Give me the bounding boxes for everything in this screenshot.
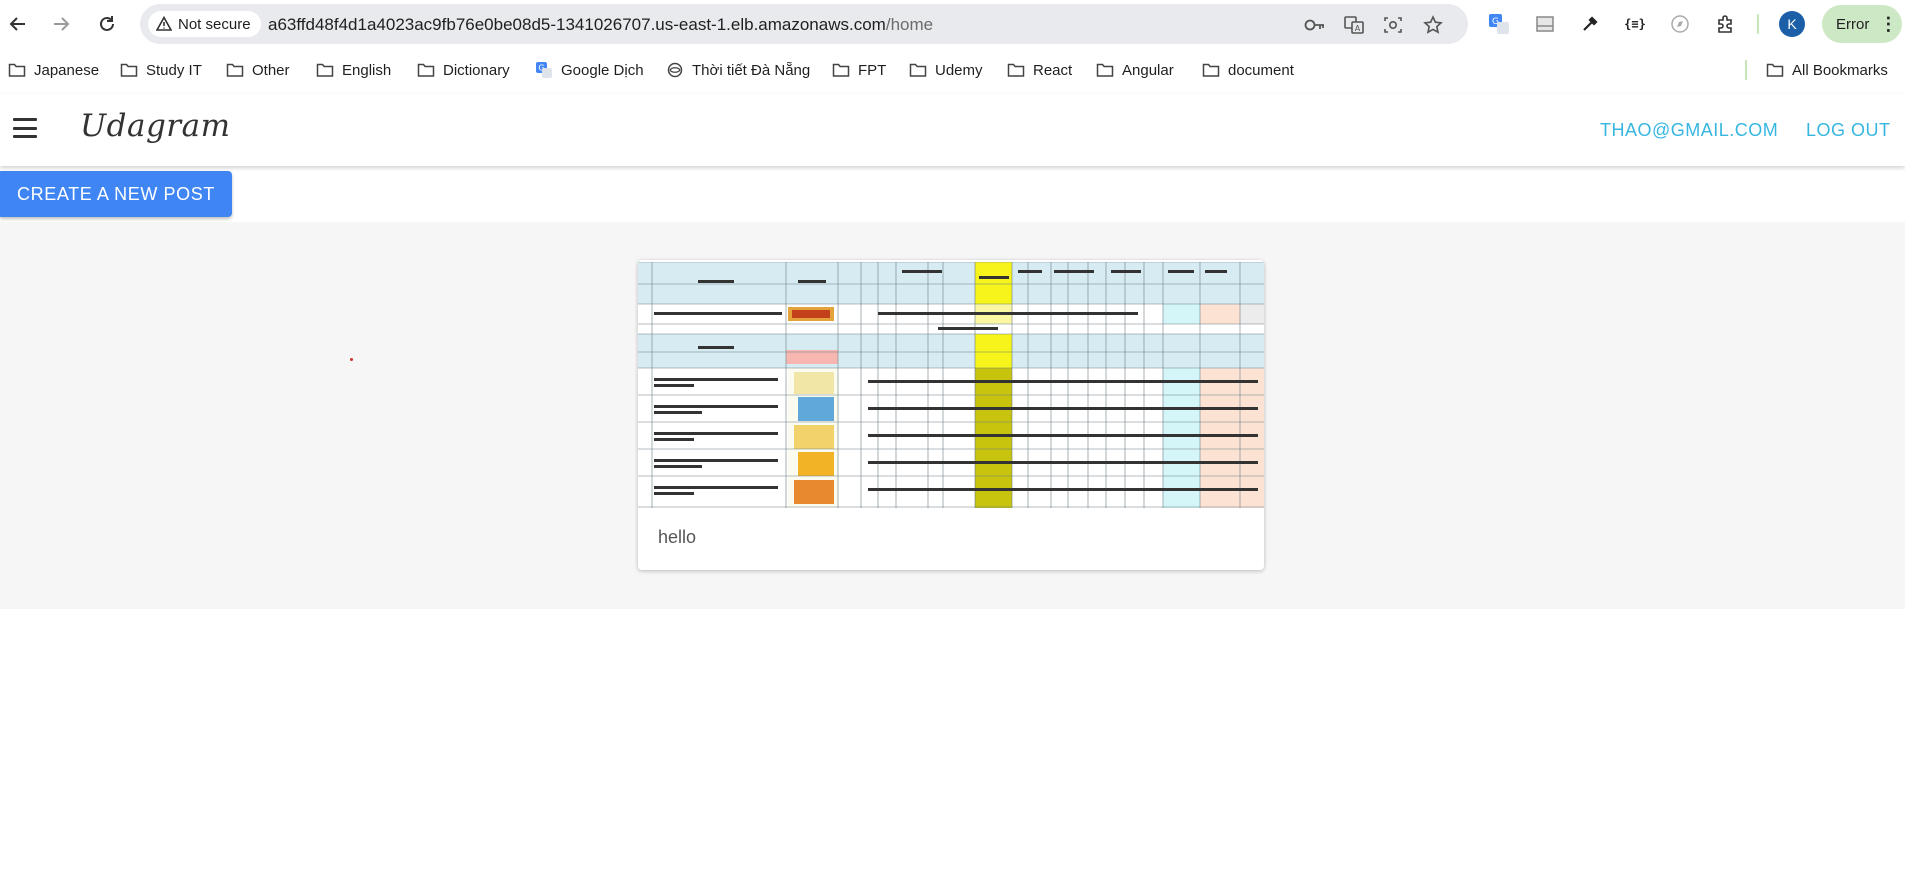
google-translate-icon: G <box>535 61 553 79</box>
translate-page-icon[interactable]: A <box>1343 14 1365 36</box>
json-extension-icon[interactable]: {≡} <box>1623 12 1647 36</box>
weather-icon <box>666 61 684 79</box>
eyedropper-extension-icon[interactable] <box>1578 12 1602 36</box>
bookmark-label: Dictionary <box>443 61 510 79</box>
bookmark-label: Angular <box>1122 61 1174 79</box>
post-image <box>638 260 1264 510</box>
folder-icon <box>8 62 26 78</box>
spreadsheet-image <box>638 262 1264 508</box>
address-bar[interactable]: Not secure a63ffd48f4d1a4023ac9fb76e0be0… <box>140 4 1468 44</box>
svg-text:A: A <box>1355 24 1361 33</box>
bookmark-label: Japanese <box>34 61 100 79</box>
folder-icon <box>226 62 244 78</box>
bookmark-label: React <box>1033 61 1073 79</box>
post-caption: hello <box>658 527 697 547</box>
reload-button[interactable] <box>93 10 121 38</box>
post-card: hello <box>638 260 1264 570</box>
bookmark-label: FPT <box>858 61 887 79</box>
bookmark-item[interactable]: G Google Dịch <box>535 58 644 82</box>
bookmark-item[interactable]: Angular <box>1096 58 1174 82</box>
create-post-button[interactable]: CREATE A NEW POST <box>0 171 232 217</box>
folder-icon <box>316 62 334 78</box>
bookmark-label: Google Dịch <box>561 61 644 79</box>
bookmark-item[interactable]: Udemy <box>909 58 983 82</box>
security-label: Not secure <box>178 15 251 33</box>
folder-icon <box>417 62 435 78</box>
bookmark-item[interactable]: FPT <box>832 58 886 82</box>
reload-icon <box>100 16 114 31</box>
bookmark-item[interactable]: Study IT <box>120 58 202 82</box>
stray-dot <box>350 358 353 361</box>
password-key-icon[interactable] <box>1304 14 1326 36</box>
back-button[interactable] <box>4 10 32 38</box>
brand-logo[interactable]: Udagram <box>80 108 231 144</box>
folder-icon <box>120 62 138 78</box>
folder-icon <box>1202 62 1220 78</box>
bookmark-star-icon[interactable] <box>1422 14 1444 36</box>
menu-icon[interactable] <box>13 118 37 138</box>
bookmark-label: Study IT <box>146 61 202 79</box>
sheet-rows <box>638 350 1264 508</box>
lens-screenshot-icon[interactable] <box>1382 14 1404 36</box>
more-vert-icon: ⋮ <box>1879 14 1898 34</box>
forward-button[interactable] <box>47 10 75 38</box>
bookmark-item[interactable]: Japanese <box>8 58 99 82</box>
user-email-link[interactable]: THAO@GMAIL.COM <box>1600 120 1778 141</box>
bookmarks-divider <box>1745 60 1747 80</box>
bookmark-item[interactable]: document <box>1202 58 1294 82</box>
warning-icon <box>156 16 172 31</box>
compass-extension-icon[interactable] <box>1668 12 1692 36</box>
logout-link[interactable]: LOG OUT <box>1806 120 1891 141</box>
panel-extension-icon[interactable] <box>1533 12 1557 36</box>
forward-arrow-icon <box>54 17 70 31</box>
profile-avatar[interactable]: K <box>1779 11 1805 37</box>
all-bookmarks-button[interactable]: All Bookmarks <box>1766 58 1888 82</box>
folder-icon <box>1096 62 1114 78</box>
toolbar-divider <box>1757 14 1759 34</box>
bookmark-label: Thời tiết Đà Nẵng <box>692 61 811 79</box>
bookmark-label: Udemy <box>935 61 983 79</box>
extensions-puzzle-icon[interactable] <box>1713 12 1737 36</box>
bookmarks-bar: Japanese Study IT Other English Dictionary G G… <box>0 56 1905 84</box>
error-label: Error <box>1836 15 1870 33</box>
back-arrow-icon <box>9 17 25 31</box>
bookmark-label: English <box>342 61 392 79</box>
google-translate-extension-icon[interactable]: G <box>1487 12 1511 36</box>
bookmark-label: document <box>1228 61 1294 79</box>
browser-toolbar: Not secure a63ffd48f4d1a4023ac9fb76e0be0… <box>0 0 1905 48</box>
app-header: Udagram THAO@GMAIL.COM LOG OUT <box>0 94 1905 166</box>
bookmark-label: Other <box>252 61 290 79</box>
url-host: a63ffd48f4d1a4023ac9fb76e0be08d5-1341026… <box>268 15 886 34</box>
url-path: /home <box>885 15 934 34</box>
post-feed: hello <box>0 222 1905 609</box>
folder-icon <box>832 62 850 78</box>
folder-icon <box>909 62 927 78</box>
bookmark-item[interactable]: React <box>1007 58 1072 82</box>
url-text[interactable]: a63ffd48f4d1a4023ac9fb76e0be08d5-1341026… <box>268 15 933 35</box>
folder-icon <box>1007 62 1025 78</box>
bookmark-item[interactable]: Other <box>226 58 290 82</box>
folder-icon <box>1766 62 1784 78</box>
browser-error-button[interactable]: Error ⋮ <box>1822 5 1902 43</box>
bookmark-item[interactable]: English <box>316 58 391 82</box>
bookmark-item[interactable]: Dictionary <box>417 58 510 82</box>
bookmark-item[interactable]: Thời tiết Đà Nẵng <box>666 58 810 82</box>
security-chip[interactable]: Not secure <box>148 11 261 37</box>
all-bookmarks-label: All Bookmarks <box>1792 61 1888 79</box>
